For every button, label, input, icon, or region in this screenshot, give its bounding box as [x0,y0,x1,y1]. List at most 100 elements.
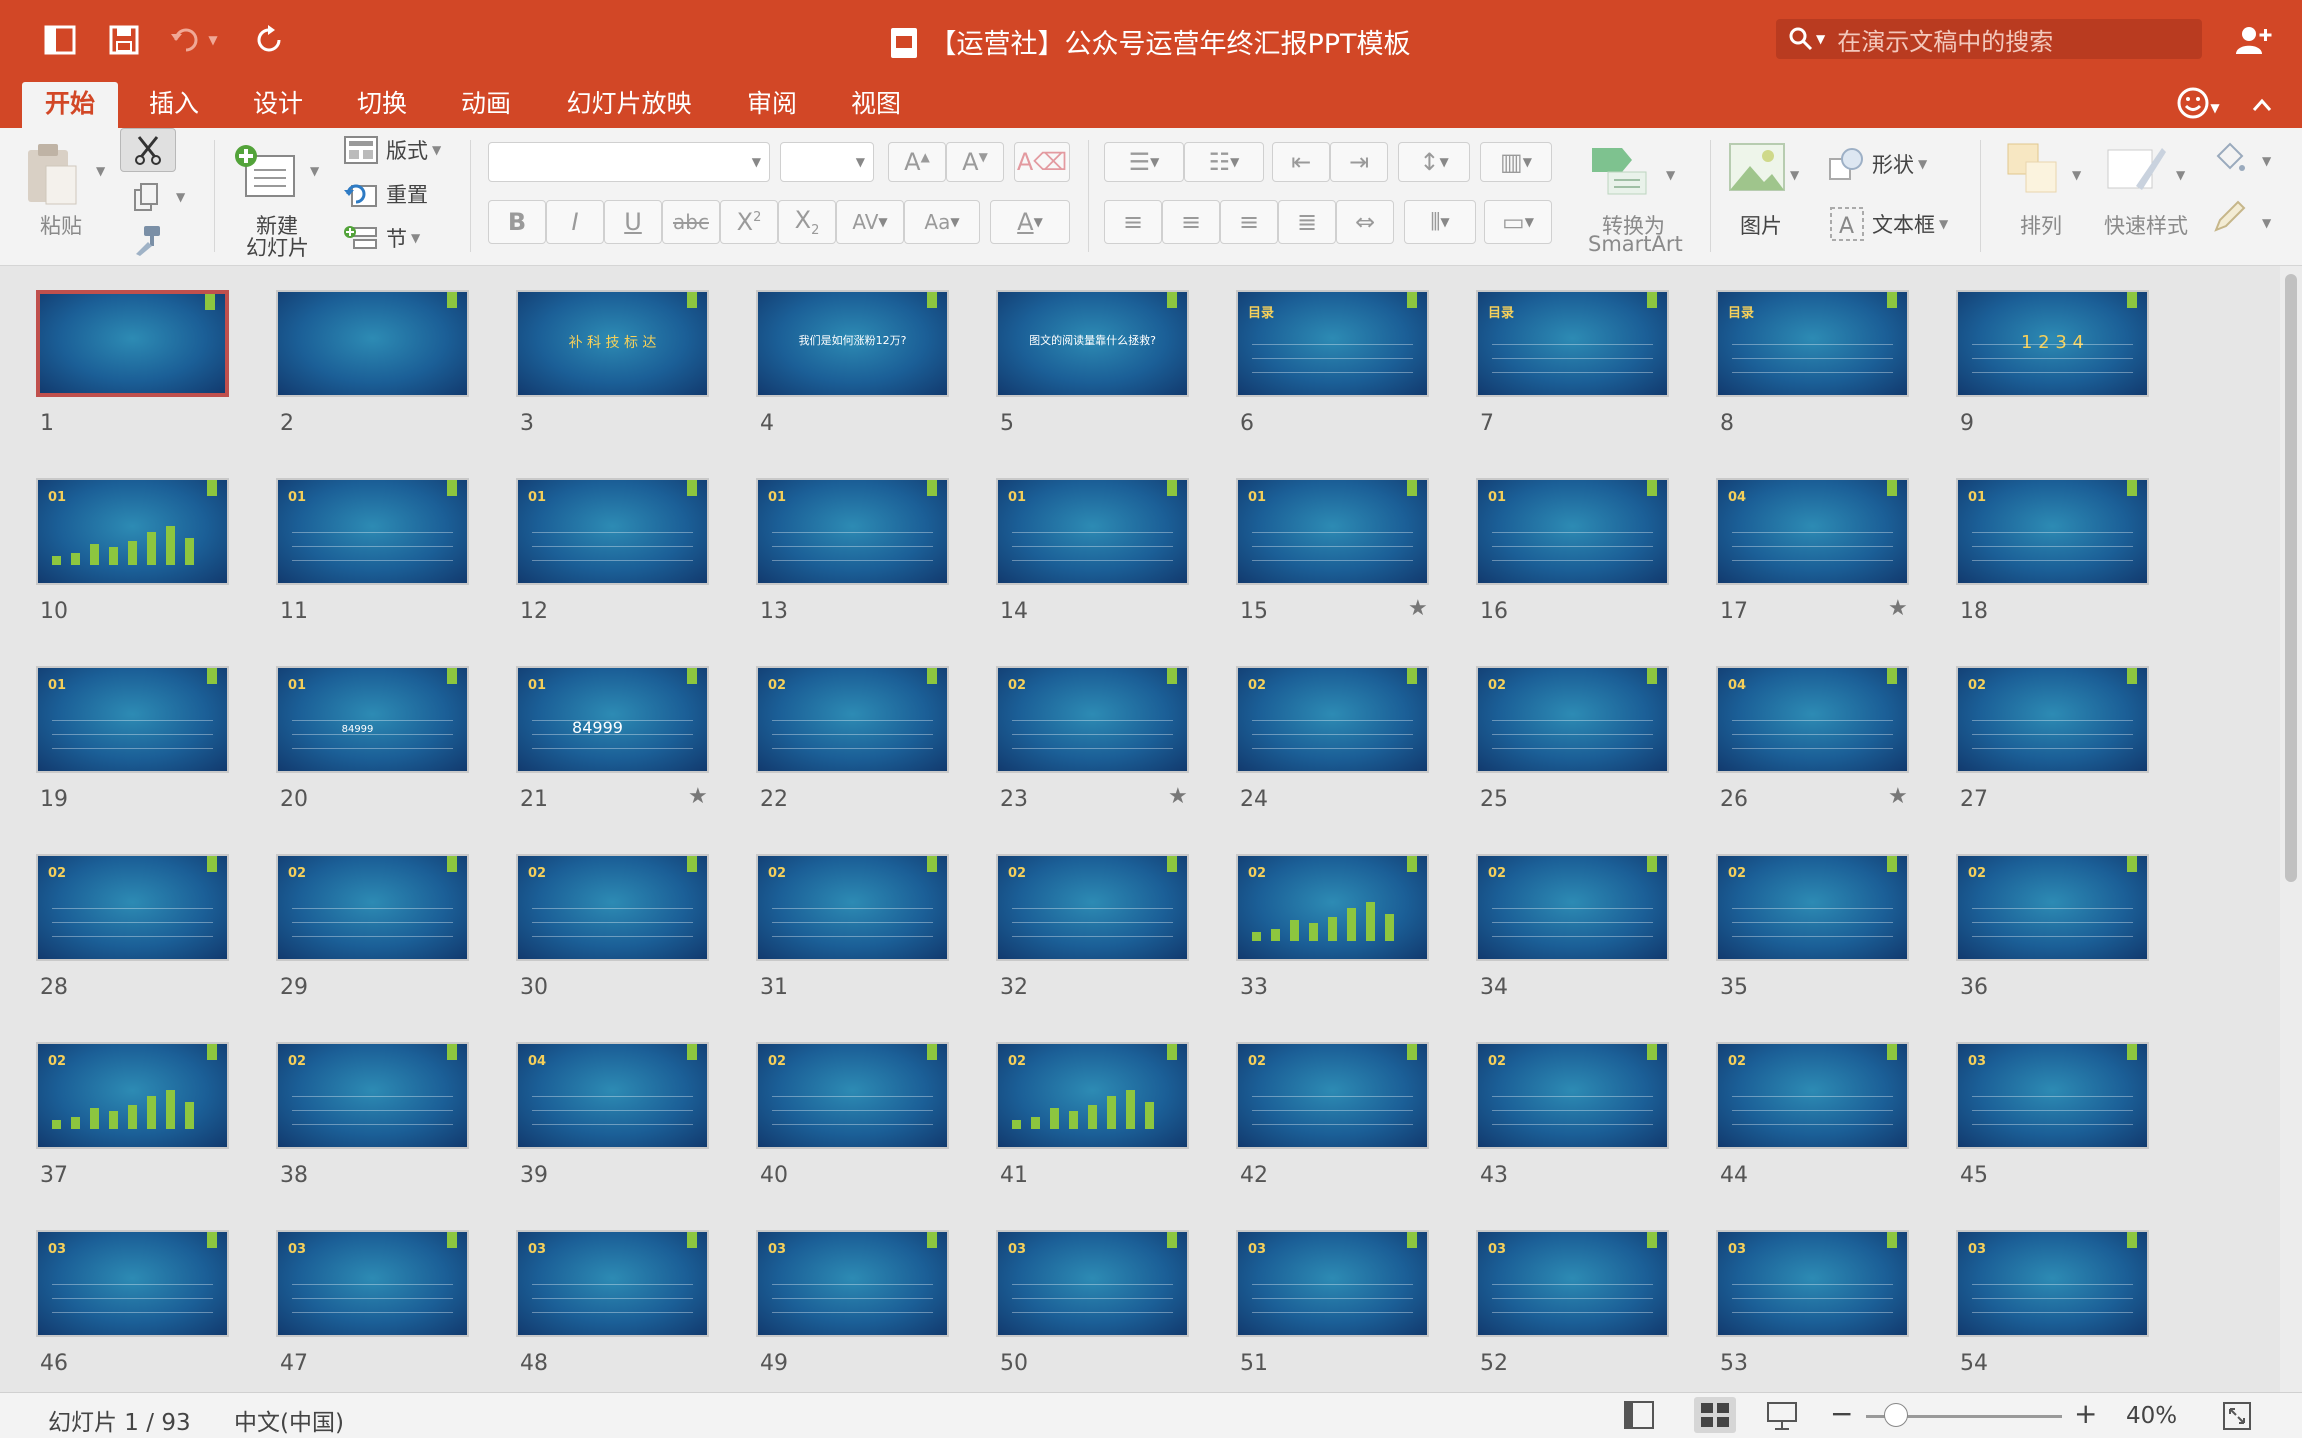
slide-preview[interactable]: 03 [996,1230,1189,1337]
slide-preview[interactable]: 02 [756,666,949,773]
slide-preview[interactable]: 02 [1236,1042,1429,1149]
picture-button[interactable] [1728,142,1798,202]
slide-preview[interactable]: 02 [1476,854,1669,961]
copy-dropdown-icon[interactable]: ▼ [176,190,185,204]
slide-preview[interactable]: 02 [516,854,709,961]
slide-thumbnail[interactable]: 03 53 [1716,1230,1909,1376]
slide-thumbnail[interactable]: 03 51 [1236,1230,1429,1376]
slide-preview[interactable]: 1 2 3 4 [1956,290,2149,397]
slide-thumbnail[interactable]: 1 [36,290,229,436]
slide-preview[interactable]: 02 [756,854,949,961]
align-center-button[interactable]: ≡ [1162,200,1220,244]
slide-preview[interactable]: 02 [996,666,1189,773]
language-indicator[interactable]: 中文(中国) [234,1403,344,1437]
slide-preview[interactable]: 02 [1236,666,1429,773]
convert-smartart-button[interactable] [1588,142,1678,202]
slide-preview[interactable]: 02 [1236,854,1429,961]
slide-thumbnail[interactable]: 02 28 [36,854,229,1000]
slide-thumbnail[interactable]: 图文的阅读量靠什么拯救? 5 [996,290,1189,436]
slide-thumbnail[interactable]: 02 43 [1476,1042,1669,1188]
slide-preview[interactable]: 01 [276,478,469,585]
slide-preview[interactable]: 01 [1236,478,1429,585]
shape-outline-button[interactable] [2212,200,2246,238]
slide-preview[interactable]: 03 [1956,1230,2149,1337]
slide-thumbnail[interactable]: 02 30 [516,854,709,1000]
shape-outline-dropdown-icon[interactable]: ▼ [2262,216,2271,230]
slide-sorter-view-button[interactable] [1694,1397,1736,1433]
slide-thumbnail[interactable]: 01 14 [996,478,1189,624]
slide-thumbnail[interactable]: 02 23 ★ [996,666,1189,812]
slide-thumbnail[interactable]: 02 22 [756,666,949,812]
slide-thumbnail[interactable]: 02 31 [756,854,949,1000]
copy-button[interactable] [132,182,162,216]
slide-thumbnail[interactable]: 01 84999 20 [276,666,469,812]
slide-preview[interactable]: 01 [36,666,229,773]
slide-preview[interactable]: 02 [996,854,1189,961]
picture-dropdown-icon[interactable]: ▼ [1790,168,1799,182]
format-painter-button[interactable] [132,224,164,260]
numbering-button[interactable]: ☷ ▼ [1184,142,1264,182]
scrollbar-thumb[interactable] [2285,274,2297,882]
increase-font-size-button[interactable]: A▲ [888,142,946,182]
increase-indent-button[interactable]: ⇥ [1330,142,1388,182]
character-spacing-button[interactable]: AV ▼ [836,200,904,244]
bold-button[interactable]: B [488,200,546,244]
slide-thumbnail[interactable]: 03 54 [1956,1230,2149,1376]
arrange-button[interactable] [2006,142,2066,202]
slide-preview[interactable]: 02 [36,854,229,961]
feedback-button[interactable]: ▼ [2168,82,2228,128]
slide-preview[interactable]: 01 [1956,478,2149,585]
slide-preview[interactable]: 01 [996,478,1189,585]
section-button[interactable]: 节 ▼ [344,222,420,254]
arrange-dropdown-icon[interactable]: ▼ [2072,168,2081,182]
slide-preview[interactable]: 02 [756,1042,949,1149]
slide-preview[interactable]: 02 [1956,854,2149,961]
tab-slideshow[interactable]: 幻灯片放映 [556,82,702,128]
slide-preview[interactable]: 04 [1716,666,1909,773]
strikethrough-button[interactable]: abc [662,200,720,244]
slide-thumbnail[interactable]: 01 84999 21 ★ [516,666,709,812]
slide-thumbnail[interactable]: 01 10 [36,478,229,624]
slide-preview[interactable]: 01 [1476,478,1669,585]
slide-thumbnail[interactable]: 补 科 技 标 达 3 [516,290,709,436]
change-case-button[interactable]: Aa ▼ [904,200,980,244]
slide-preview[interactable]: 我们是如何涨粉12万? [756,290,949,397]
slide-thumbnail[interactable]: 02 35 [1716,854,1909,1000]
slide-thumbnail[interactable]: 02 29 [276,854,469,1000]
search-input[interactable]: ▼ 在演示文稿中的搜索 [1776,19,2202,59]
slide-preview[interactable]: 03 [756,1230,949,1337]
slide-thumbnail[interactable]: 03 50 [996,1230,1189,1376]
tab-transitions[interactable]: 切换 [342,82,422,128]
bullets-button[interactable]: ☰ ▼ [1104,142,1184,182]
slide-thumbnail[interactable]: 04 17 ★ [1716,478,1909,624]
slide-preview[interactable]: 01 [36,478,229,585]
slide-thumbnail[interactable]: 1 2 3 4 9 [1956,290,2149,436]
justify-button[interactable]: ≣ [1278,200,1336,244]
zoom-out-button[interactable]: − [1830,1397,1853,1430]
slide-thumbnail[interactable]: 03 47 [276,1230,469,1376]
slide-preview[interactable] [36,290,229,397]
shape-fill-dropdown-icon[interactable]: ▼ [2262,154,2271,168]
slide-thumbnail[interactable]: 04 39 [516,1042,709,1188]
normal-view-button[interactable] [1624,1401,1654,1435]
slide-preview[interactable]: 03 [1236,1230,1429,1337]
slide-preview[interactable]: 02 [36,1042,229,1149]
textbox-button[interactable]: A 文本框 ▼ [1828,204,1948,244]
tab-insert[interactable]: 插入 [134,82,214,128]
distributed-button[interactable]: ⇔ [1336,200,1394,244]
slide-thumbnail[interactable]: 02 27 [1956,666,2149,812]
fit-to-window-button[interactable] [2222,1401,2252,1437]
search-dropdown-icon[interactable]: ▼ [1816,32,1825,46]
slide-thumbnail[interactable]: 01 16 [1476,478,1669,624]
slide-preview[interactable]: 01 [756,478,949,585]
font-size-select[interactable]: ▼ [780,142,874,182]
paste-button[interactable] [24,142,84,212]
slide-thumbnail[interactable]: 目录 8 [1716,290,1909,436]
slide-thumbnail[interactable]: 02 41 [996,1042,1189,1188]
reset-button[interactable]: 重置 [344,178,428,210]
slide-thumbnail[interactable]: 02 36 [1956,854,2149,1000]
slide-preview[interactable]: 目录 [1236,290,1429,397]
tab-design[interactable]: 设计 [238,82,318,128]
slide-thumbnail[interactable]: 02 33 [1236,854,1429,1000]
slide-thumbnail[interactable]: 02 32 [996,854,1189,1000]
